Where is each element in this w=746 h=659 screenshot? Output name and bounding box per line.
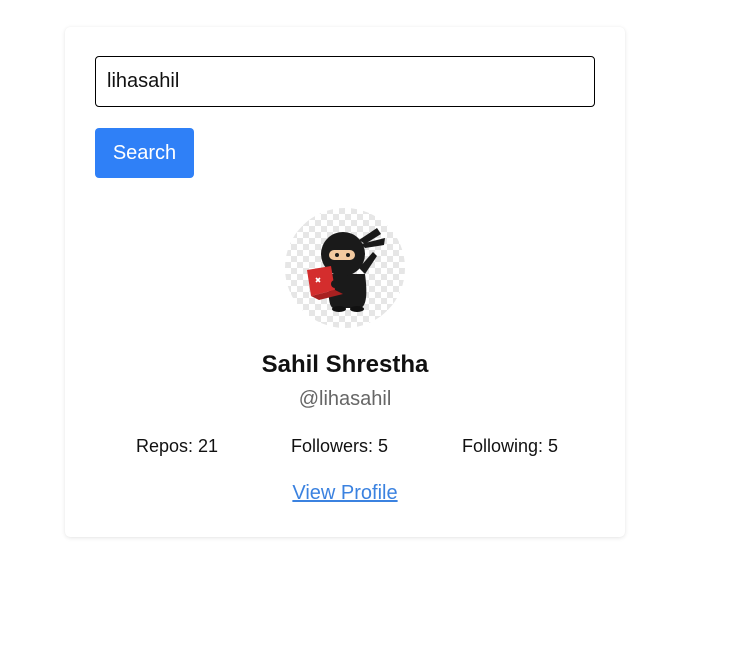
profile-search-card: Search Sahil Shrestha @ (65, 27, 625, 537)
repos-count: Repos: 21 (136, 436, 219, 456)
view-profile-link[interactable]: View Profile (292, 482, 397, 504)
search-input[interactable] (95, 56, 595, 107)
profile-name: Sahil Shrestha (261, 351, 429, 378)
following-count: Following: 5 (462, 436, 559, 456)
search-button[interactable]: Search (95, 128, 194, 178)
followers-count: Followers: 5 (291, 436, 389, 456)
avatar (285, 208, 405, 328)
ninja-avatar-icon (307, 228, 385, 312)
view-profile-row: View Profile (65, 482, 625, 505)
profile-username: @lihasahil (298, 388, 392, 410)
